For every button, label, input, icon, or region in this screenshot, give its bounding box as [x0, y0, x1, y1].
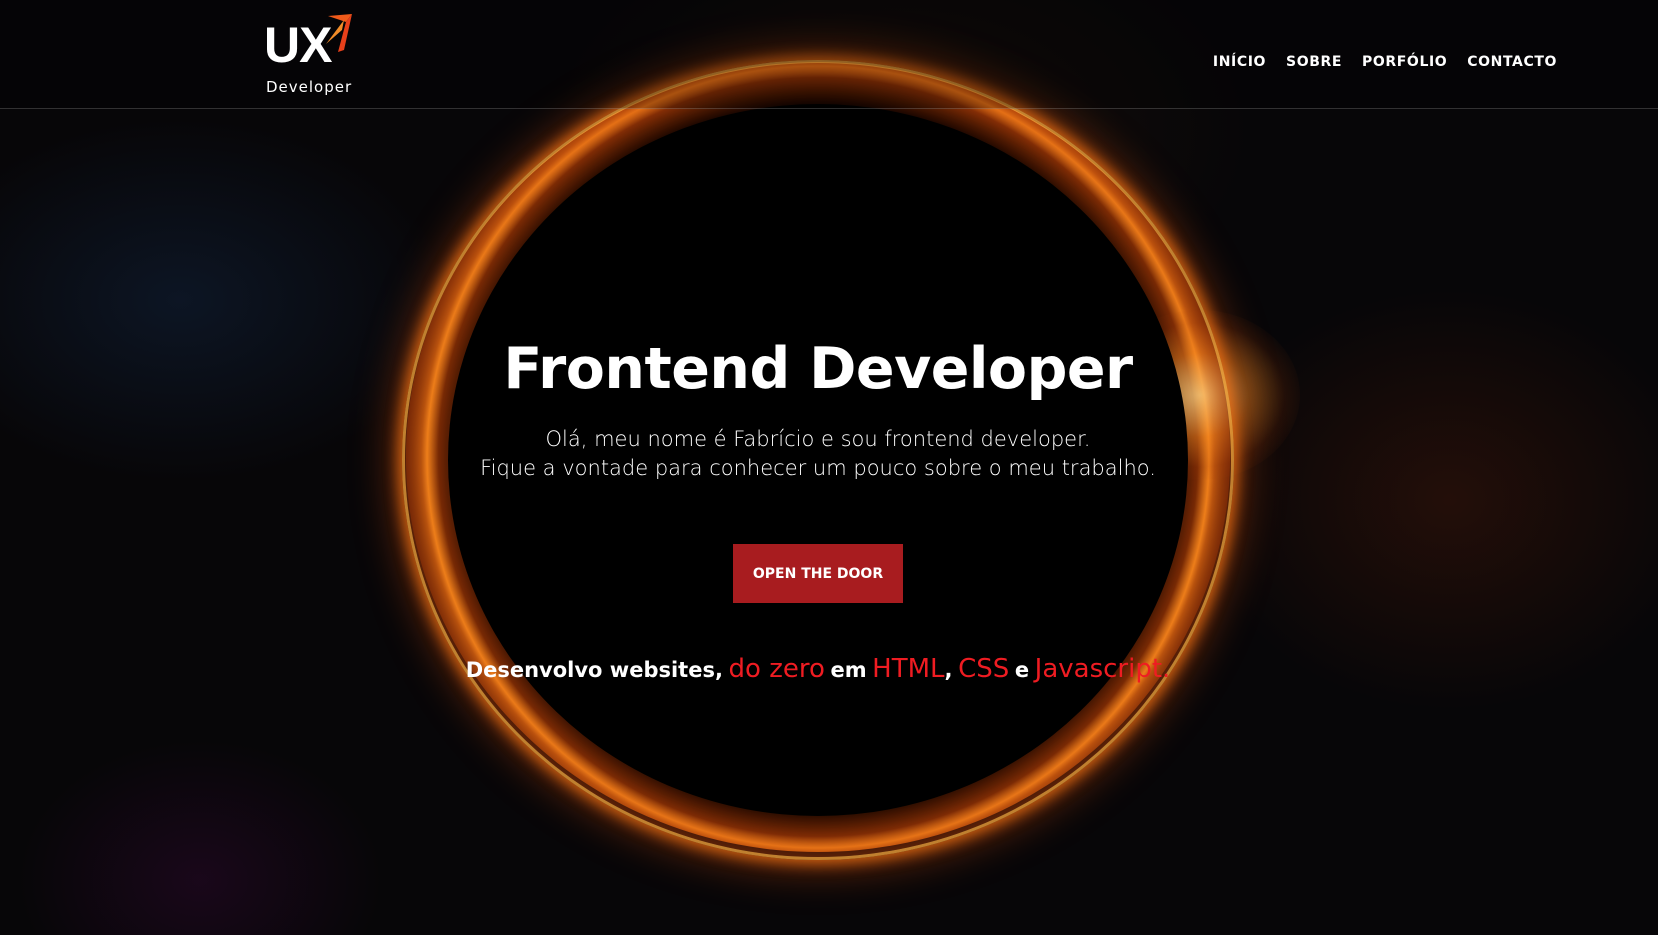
nav-link-sobre[interactable]: SOBRE	[1286, 54, 1342, 70]
hero-tagline: Desenvolvo websites, do zero em HTML, CS…	[0, 654, 1636, 684]
tagline-highlight-html: HTML	[872, 654, 945, 684]
tagline-highlight-do-zero: do zero	[728, 654, 825, 684]
hero-section: Frontend Developer Olá, meu nome é Fabrí…	[0, 0, 1658, 935]
page: UX Developer INÍCIO SOBRE PORFÓLIO CONTA…	[0, 0, 1658, 935]
site-logo[interactable]: UX Developer	[264, 14, 364, 98]
logo-arrow-icon	[326, 14, 352, 52]
logo-sub-text: Developer	[266, 78, 353, 96]
logo-ux-text: UX	[264, 17, 332, 73]
tagline-comma: ,	[944, 658, 953, 682]
nav-link-portfolio[interactable]: PORFÓLIO	[1362, 54, 1447, 70]
tagline-part-1: Desenvolvo websites,	[465, 658, 723, 682]
hero-title: Frontend Developer	[503, 336, 1133, 402]
hero-intro-line-1: Olá, meu nome é Fabrício e sou frontend …	[545, 427, 1091, 451]
tagline-part-e: e	[1014, 658, 1030, 682]
main-nav: INÍCIO SOBRE PORFÓLIO CONTACTO	[1213, 54, 1557, 70]
tagline-highlight-javascript: Javascript.	[1034, 654, 1171, 684]
hero-intro-line-2: Fique a vontade para conhecer um pouco s…	[480, 456, 1156, 480]
nav-link-inicio[interactable]: INÍCIO	[1213, 54, 1266, 70]
open-the-door-button[interactable]: OPEN THE DOOR	[733, 544, 903, 603]
tagline-part-em: em	[830, 658, 867, 682]
nav-link-contacto[interactable]: CONTACTO	[1467, 54, 1557, 70]
tagline-highlight-css: CSS	[958, 654, 1010, 684]
site-header: UX Developer INÍCIO SOBRE PORFÓLIO CONTA…	[0, 0, 1658, 109]
